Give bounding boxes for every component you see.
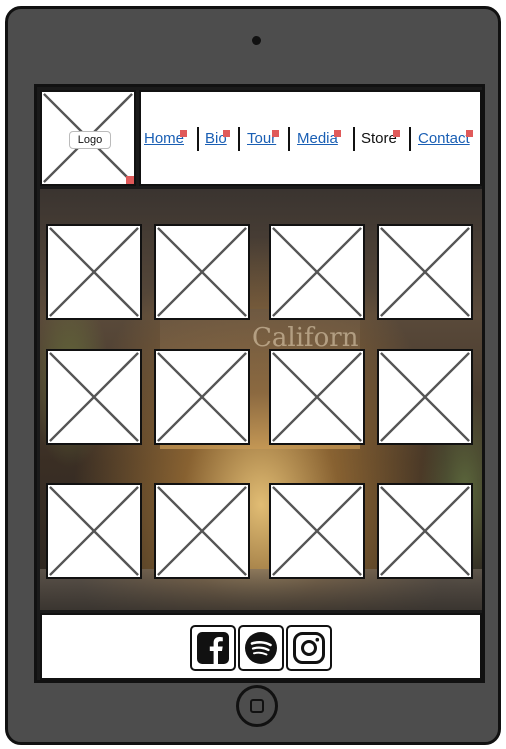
facebook-button[interactable] [190, 625, 236, 671]
link-marker-icon [392, 130, 400, 137]
camera-dot [252, 36, 261, 45]
product-tile[interactable] [154, 483, 250, 579]
nav-item-home[interactable]: Home [144, 130, 188, 148]
nav-divider [409, 127, 411, 151]
image-placeholder-icon [49, 486, 139, 576]
image-placeholder-icon [49, 227, 139, 317]
image-placeholder-icon [157, 486, 247, 576]
product-tile[interactable] [269, 483, 365, 579]
product-tile[interactable] [46, 349, 142, 445]
link-marker-icon [465, 130, 473, 137]
image-placeholder-icon [272, 227, 362, 317]
nav-item-contact[interactable]: Contact [418, 130, 473, 148]
tablet-frame: Logo Home Bio Tour Media Store Contact C… [5, 6, 501, 745]
product-tile[interactable] [46, 483, 142, 579]
link-marker-icon [180, 130, 188, 137]
nav-divider [288, 127, 290, 151]
nav-item-bio[interactable]: Bio [205, 130, 230, 148]
footer [40, 613, 482, 680]
image-placeholder-icon [157, 352, 247, 442]
product-tile[interactable] [377, 224, 473, 320]
home-button[interactable] [236, 685, 278, 727]
nav-divider [353, 127, 355, 151]
product-tile[interactable] [269, 224, 365, 320]
spotify-icon [245, 632, 277, 664]
facebook-icon [197, 632, 229, 664]
hero-background-image: Californ [40, 189, 482, 610]
image-placeholder-icon [380, 486, 470, 576]
product-tile[interactable] [377, 349, 473, 445]
nav-item-media[interactable]: Media [297, 130, 341, 148]
image-placeholder-icon [157, 227, 247, 317]
image-placeholder-icon [380, 227, 470, 317]
image-placeholder-icon [272, 486, 362, 576]
product-tile[interactable] [46, 224, 142, 320]
link-marker-icon [333, 130, 341, 137]
spotify-button[interactable] [238, 625, 284, 671]
logo-placeholder[interactable]: Logo [40, 90, 136, 186]
nav-item-tour[interactable]: Tour [247, 130, 280, 148]
product-tile[interactable] [154, 349, 250, 445]
image-placeholder-icon [272, 352, 362, 442]
product-tile[interactable] [269, 349, 365, 445]
nav-divider [238, 127, 240, 151]
screen: Logo Home Bio Tour Media Store Contact C… [34, 84, 485, 683]
link-marker-icon [222, 130, 230, 137]
logo-label: Logo [69, 131, 111, 149]
instagram-icon [293, 632, 325, 664]
instagram-button[interactable] [286, 625, 332, 671]
home-button-icon [250, 699, 264, 713]
product-tile[interactable] [154, 224, 250, 320]
product-tile[interactable] [377, 483, 473, 579]
link-marker-icon [126, 176, 134, 184]
nav-item-store[interactable]: Store [361, 130, 400, 148]
link-marker-icon [272, 130, 280, 137]
nav-divider [197, 127, 199, 151]
main-nav: Home Bio Tour Media Store Contact [139, 90, 482, 186]
image-placeholder-icon [49, 352, 139, 442]
image-placeholder-icon [380, 352, 470, 442]
